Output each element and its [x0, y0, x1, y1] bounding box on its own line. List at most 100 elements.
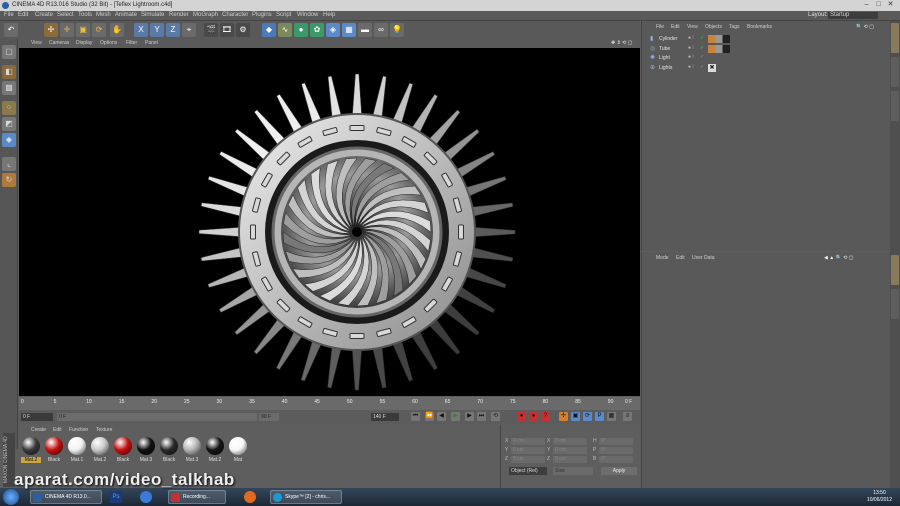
play-icon[interactable]: ▶ — [451, 412, 460, 421]
x-axis-lock[interactable]: X — [134, 23, 148, 37]
scale-key-icon[interactable]: ▣ — [571, 412, 580, 421]
taskbar-cinema4d[interactable]: CINEMA 4D R13.0... — [30, 490, 102, 504]
coordinate-value-field[interactable]: 0 cm — [553, 447, 587, 454]
firefox-icon[interactable] — [244, 491, 256, 503]
menu-plugins[interactable]: Plugins — [252, 12, 272, 18]
pla-key-icon[interactable]: ▦ — [607, 412, 616, 421]
structure-tab[interactable] — [891, 57, 899, 87]
minimize-button[interactable]: – — [862, 1, 871, 9]
rotation-key-icon[interactable]: ⟳ — [583, 412, 592, 421]
step-forward-icon[interactable]: ▶ — [465, 412, 474, 421]
recent-tool-icon[interactable]: ✋ — [110, 23, 124, 37]
material-swatch[interactable]: Mat — [228, 437, 248, 465]
visibility-dots-icon[interactable]: ● ⁞ — [688, 64, 694, 70]
layout-select[interactable]: Startup — [828, 12, 878, 19]
edges-mode-icon[interactable]: ◩ — [2, 117, 16, 131]
spline-icon[interactable]: ∿ — [278, 23, 292, 37]
objects-menu-objects[interactable]: Objects — [705, 24, 722, 30]
material-swatch[interactable]: Black — [159, 437, 179, 465]
keyframe-selection-icon[interactable]: ? — [541, 412, 550, 421]
photoshop-icon[interactable]: Ps — [110, 491, 122, 503]
points-mode-icon[interactable]: ⁘ — [2, 101, 16, 115]
menu-create[interactable]: Create — [35, 12, 53, 18]
material-swatch[interactable]: Mat.3 — [182, 437, 202, 465]
viewport[interactable] — [19, 48, 640, 396]
coordinate-value-field[interactable]: 0° — [599, 456, 633, 463]
timeline-ruler[interactable]: 0 5 10 15 20 25 30 35 40 45 50 55 60 65 70 75 80 85 90 0 F — [19, 397, 640, 410]
enable-check-icon[interactable]: ✓ — [700, 35, 704, 41]
menu-character[interactable]: Character — [222, 12, 248, 18]
autokey-icon[interactable]: ● — [529, 412, 538, 421]
attribute-nav-icons[interactable]: ◀ ▲ 🔍 ⟲ ▢ — [824, 255, 854, 261]
menu-window[interactable]: Window — [297, 12, 318, 18]
object-search-icons[interactable]: 🔍 ⟲ ▢ — [856, 24, 874, 30]
object-row[interactable]: ✺ Light ● ⁞ ✓ — [648, 54, 888, 63]
coordinate-value-field[interactable]: 0 cm — [553, 438, 587, 445]
attributes-menu-mode[interactable]: Mode — [656, 255, 669, 261]
viewport-menu-filter[interactable]: Filter — [126, 40, 137, 46]
snap-icon[interactable]: ↻ — [2, 173, 16, 187]
max-frame-field[interactable]: 140 F — [371, 413, 399, 421]
checker-icon[interactable]: ▩ — [2, 81, 16, 95]
model-mode-icon[interactable]: ▢ — [2, 45, 16, 59]
menu-render[interactable]: Render — [169, 12, 189, 18]
viewport-menu-options[interactable]: Options — [100, 40, 117, 46]
menu-simulate[interactable]: Simulate — [141, 12, 164, 18]
goto-start-icon[interactable]: ⏮ — [411, 412, 420, 421]
move-icon[interactable]: ✢ — [44, 23, 58, 37]
object-row[interactable]: ⊕ Lights ● ⁞ ✓ ✖ — [648, 63, 888, 73]
start-frame-field[interactable]: 0 F — [57, 413, 257, 421]
coordinate-mode-select[interactable]: Object (Rel) — [509, 467, 547, 475]
browser-tab[interactable] — [891, 91, 899, 121]
visibility-dots-icon[interactable]: ● ⁞ — [688, 45, 694, 51]
menu-select[interactable]: Select — [57, 12, 74, 18]
record-icon[interactable]: ● — [517, 412, 526, 421]
coordinate-value-field[interactable]: 0 cm — [511, 447, 545, 454]
internet-explorer-icon[interactable] — [140, 491, 152, 503]
viewport-menu-view[interactable]: View — [31, 40, 42, 46]
material-swatch[interactable]: Mat.2 — [90, 437, 110, 465]
viewport-menu-display[interactable]: Display — [76, 40, 92, 46]
material-swatch[interactable]: Mat.3 — [136, 437, 156, 465]
coordinate-value-field[interactable]: 0 cm — [511, 456, 545, 463]
start-button[interactable] — [3, 489, 19, 505]
coordinate-system-icon[interactable]: ⌖ — [182, 23, 196, 37]
menu-help[interactable]: Help — [323, 12, 335, 18]
viewport-nav-icons[interactable]: ✥ ⇕ ⟲ ▢ — [611, 40, 632, 46]
viewport-menu-cameras[interactable]: Cameras — [49, 40, 69, 46]
coordinate-value-field[interactable]: 0° — [599, 447, 633, 454]
timeline-options-icon[interactable]: ≡ — [623, 412, 632, 421]
material-swatch[interactable]: Mat.2 — [21, 437, 41, 465]
move-tool-icon[interactable]: ✛ — [60, 23, 74, 37]
apply-button[interactable]: Apply — [601, 467, 637, 475]
object-row[interactable]: ◎ Tube ● ⁞ ✓ — [648, 44, 888, 54]
objects-menu-tags[interactable]: Tags — [729, 24, 740, 30]
parameter-key-icon[interactable]: P — [595, 412, 604, 421]
material-menu-texture[interactable]: Texture — [96, 427, 112, 433]
environment-icon[interactable]: ∞ — [374, 23, 388, 37]
z-axis-lock[interactable]: Z — [166, 23, 180, 37]
material-swatch[interactable]: Black — [113, 437, 133, 465]
camera-icon[interactable]: ▬ — [358, 23, 372, 37]
deformer-icon[interactable]: ◈ — [326, 23, 340, 37]
objects-menu-edit[interactable]: Edit — [671, 24, 680, 30]
material-swatch[interactable]: Black — [44, 437, 64, 465]
menu-edit[interactable]: Edit — [18, 12, 28, 18]
material-tags-icon[interactable] — [708, 44, 730, 53]
current-frame-field[interactable]: 0 F — [21, 413, 53, 421]
material-menu-function[interactable]: Function — [69, 427, 88, 433]
attributes-tab[interactable] — [891, 255, 899, 285]
prev-key-icon[interactable]: ⏪ — [425, 412, 434, 421]
goto-end-icon[interactable]: ⏭ — [477, 412, 486, 421]
objects-tab[interactable] — [891, 23, 899, 53]
close-button[interactable]: ✕ — [886, 1, 895, 9]
compositing-tag-icon[interactable]: ✖ — [708, 63, 716, 72]
position-key-icon[interactable]: ✢ — [559, 412, 568, 421]
render-settings-icon[interactable]: ⚙ — [236, 23, 250, 37]
light-bulb-icon[interactable]: 💡 — [390, 23, 404, 37]
y-axis-lock[interactable]: Y — [150, 23, 164, 37]
menu-script[interactable]: Script — [276, 12, 291, 18]
enable-check-icon[interactable]: ✓ — [700, 64, 704, 70]
visibility-dots-icon[interactable]: ● ⁞ — [688, 54, 694, 60]
taskbar-recording[interactable]: Recording... — [168, 490, 226, 504]
